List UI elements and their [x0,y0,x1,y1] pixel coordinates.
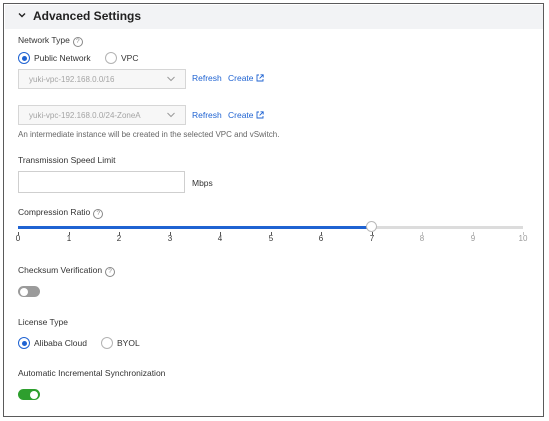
checksum-label-text: Checksum Verification [18,265,103,275]
vswitch-create-text: Create [228,110,254,120]
slider-tick-label: 7 [369,234,375,243]
radio-dot[interactable] [101,337,113,349]
license-type-label: License Type [18,317,68,327]
speed-unit-label: Mbps [192,178,213,188]
speed-limit-input[interactable] [18,171,185,193]
slider-tick-label: 6 [318,234,324,243]
external-link-icon [256,111,264,119]
chevron-down-icon [167,112,175,118]
slider-tick-label: 8 [419,234,425,243]
help-icon[interactable]: ? [93,209,104,219]
compression-ratio-label: Compression Ratio? [18,207,104,219]
toggle-knob [30,390,38,399]
advanced-settings-header[interactable]: Advanced Settings [5,5,543,29]
slider-tick-label: 1 [66,234,72,243]
external-link-icon [256,74,264,82]
toggle-knob [20,287,28,296]
radio-label: Alibaba Cloud [34,338,87,348]
radio-label: VPC [121,53,139,63]
compression-ratio-label-text: Compression Ratio [18,207,91,217]
compression-slider-track[interactable] [18,221,523,232]
auto-sync-label: Automatic Incremental Synchronization [18,368,166,378]
section-title: Advanced Settings [33,9,142,23]
network-type-label-text: Network Type [18,35,70,45]
radio-label: Public Network [34,53,91,63]
slider-tick-label: 2 [116,234,122,243]
slider-tick-label: 0 [15,234,21,243]
radio-dot[interactable] [18,337,30,349]
slider-tick-label: 9 [470,234,476,243]
radio-label: BYOL [117,338,140,348]
vpc-create-link[interactable]: Create [228,73,264,83]
help-icon[interactable]: ? [105,267,116,277]
slider-tick-label: 4 [217,234,223,243]
radio-dot[interactable] [18,52,30,64]
speed-limit-label: Transmission Speed Limit [18,155,116,165]
vpc-create-text: Create [228,73,254,83]
slider-tick-label: 10 [518,234,528,243]
radio-dot[interactable] [105,52,117,64]
network-note: An intermediate instance will be created… [18,130,280,139]
slider-tick-label: 5 [268,234,274,243]
checksum-label: Checksum Verification? [18,265,116,277]
auto-sync-toggle[interactable] [18,389,40,400]
help-icon[interactable]: ? [72,37,83,47]
checksum-toggle[interactable] [18,286,40,297]
compression-slider-thumb[interactable] [365,221,377,232]
vswitch-select-value: yuki-vpc-192.168.0.0/24-ZoneA [29,111,141,120]
vpc-select-value: yuki-vpc-192.168.0.0/16 [29,75,115,84]
network-type-label: Network Type? [18,35,83,47]
chevron-down-icon [18,13,26,18]
vswitch-select[interactable]: yuki-vpc-192.168.0.0/24-ZoneA [18,105,186,125]
vswitch-create-link[interactable]: Create [228,110,264,120]
vswitch-refresh-link[interactable]: Refresh [192,110,222,120]
chevron-down-icon [167,76,175,82]
compression-slider-fill [18,226,372,229]
vpc-select[interactable]: yuki-vpc-192.168.0.0/16 [18,69,186,89]
vpc-refresh-link[interactable]: Refresh [192,73,222,83]
slider-tick-label: 3 [167,234,173,243]
